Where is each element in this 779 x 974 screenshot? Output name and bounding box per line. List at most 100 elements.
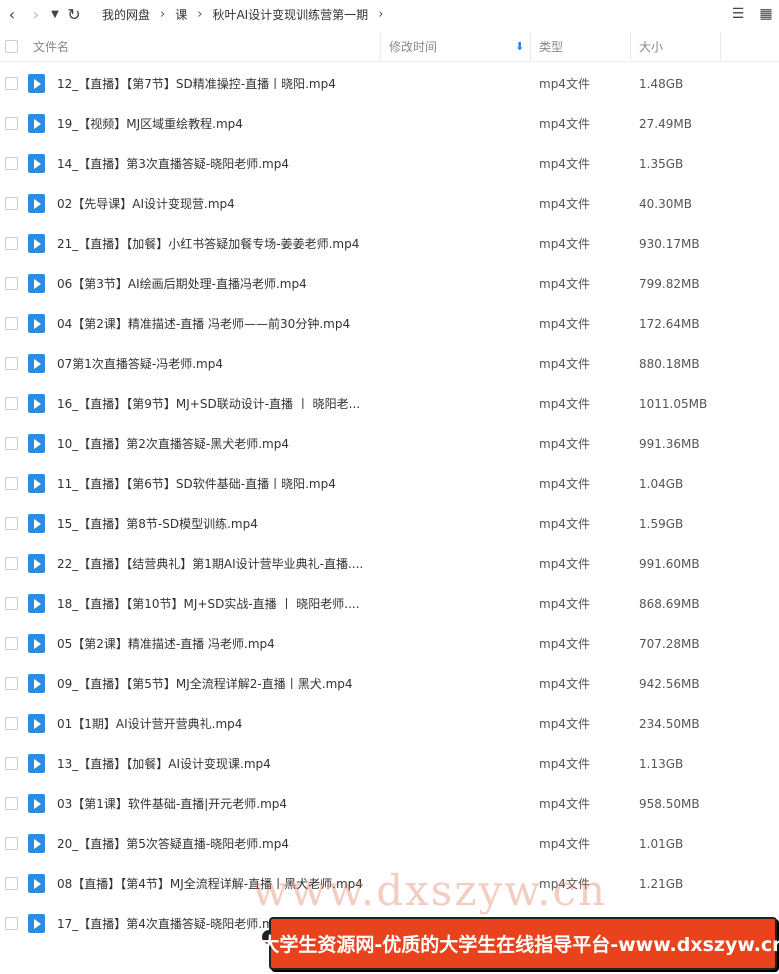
chevron-left-icon[interactable]: ‹ — [0, 0, 24, 28]
file-size: 930.17MB — [639, 237, 700, 251]
row-checkbox[interactable] — [5, 677, 18, 690]
file-size: 172.64MB — [639, 317, 700, 331]
row-checkbox[interactable] — [5, 557, 18, 570]
sort-descending-icon[interactable]: ⬇ — [515, 30, 524, 62]
file-row[interactable]: 12_【直播】【第7节】SD精准操控-直播丨晓阳.mp4 mp4文件 1.48GB — [0, 64, 779, 104]
file-name[interactable]: 20_【直播】第5次答疑直播-晓阳老师.mp4 — [57, 824, 377, 864]
file-size: 942.56MB — [639, 677, 700, 691]
refresh-icon[interactable]: ↻ — [62, 0, 86, 28]
file-row[interactable]: 21_【直播】【加餐】小红书答疑加餐专场-姜姜老师.mp4 mp4文件 930.17… — [0, 224, 779, 264]
file-row[interactable]: 11_【直播】【第6节】SD软件基础-直播丨晓阳.mp4 mp4文件 1.04GB — [0, 464, 779, 504]
file-name[interactable]: 18_【直播】【第10节】MJ+SD实战-直播 丨 晓阳老师.... — [57, 584, 377, 624]
file-name[interactable]: 22_【直播】【结营典礼】第1期AI设计营毕业典礼-直播.... — [57, 544, 377, 584]
caret-down-icon[interactable]: ▼ — [48, 0, 62, 28]
row-checkbox[interactable] — [5, 717, 18, 730]
file-row[interactable]: 07第1次直播答疑-冯老师.mp4 mp4文件 880.18MB — [0, 344, 779, 384]
file-row[interactable]: 16_【直播】【第9节】MJ+SD联动设计-直播 丨 晓阳老... mp4文件 10… — [0, 384, 779, 424]
column-divider[interactable] — [380, 32, 381, 60]
column-header-type[interactable]: 类型 — [539, 30, 563, 62]
row-checkbox[interactable] — [5, 157, 18, 170]
file-type: mp4文件 — [539, 277, 590, 291]
row-checkbox[interactable] — [5, 277, 18, 290]
file-row[interactable]: 22_【直播】【结营典礼】第1期AI设计营毕业典礼-直播.... mp4文件 991… — [0, 544, 779, 584]
row-checkbox[interactable] — [5, 477, 18, 490]
row-checkbox[interactable] — [5, 637, 18, 650]
row-checkbox[interactable] — [5, 517, 18, 530]
row-checkbox[interactable] — [5, 437, 18, 450]
column-header-modified[interactable]: 修改时间 — [389, 30, 437, 62]
file-name[interactable]: 14_【直播】第3次直播答疑-晓阳老师.mp4 — [57, 144, 377, 184]
file-name[interactable]: 13_【直播】【加餐】AI设计变现课.mp4 — [57, 744, 377, 784]
file-name[interactable]: 15_【直播】第8节-SD模型训练.mp4 — [57, 504, 377, 544]
column-divider[interactable] — [720, 32, 721, 60]
file-size: 1.21GB — [639, 877, 684, 891]
file-row[interactable]: 09_【直播】【第5节】MJ全流程详解2-直播丨黑犬.mp4 mp4文件 942.5… — [0, 664, 779, 704]
column-header-name[interactable]: 文件名 — [33, 30, 69, 62]
file-name[interactable]: 02【先导课】AI设计变现营.mp4 — [57, 184, 377, 224]
file-name[interactable]: 21_【直播】【加餐】小红书答疑加餐专场-姜姜老师.mp4 — [57, 224, 377, 264]
row-checkbox[interactable] — [5, 397, 18, 410]
file-row[interactable]: 03【第1课】软件基础-直播|开元老师.mp4 mp4文件 958.50MB — [0, 784, 779, 824]
file-name[interactable]: 12_【直播】【第7节】SD精准操控-直播丨晓阳.mp4 — [57, 64, 377, 104]
file-type: mp4文件 — [539, 437, 590, 451]
row-checkbox[interactable] — [5, 237, 18, 250]
file-type: mp4文件 — [539, 597, 590, 611]
file-row[interactable]: 05【第2课】精准描述-直播 冯老师.mp4 mp4文件 707.28MB — [0, 624, 779, 664]
file-name[interactable]: 05【第2课】精准描述-直播 冯老师.mp4 — [57, 624, 377, 664]
file-name[interactable]: 01【1期】AI设计营开营典礼.mp4 — [57, 704, 377, 744]
row-checkbox[interactable] — [5, 917, 18, 930]
file-row[interactable]: 19_【视频】MJ区域重绘教程.mp4 mp4文件 27.49MB — [0, 104, 779, 144]
file-name[interactable]: 10_【直播】第2次直播答疑-黑犬老师.mp4 — [57, 424, 377, 464]
file-row[interactable]: 13_【直播】【加餐】AI设计变现课.mp4 mp4文件 1.13GB — [0, 744, 779, 784]
file-row[interactable]: 10_【直播】第2次直播答疑-黑犬老师.mp4 mp4文件 991.36MB — [0, 424, 779, 464]
file-name[interactable]: 07第1次直播答疑-冯老师.mp4 — [57, 344, 377, 384]
row-checkbox[interactable] — [5, 837, 18, 850]
file-name[interactable]: 03【第1课】软件基础-直播|开元老师.mp4 — [57, 784, 377, 824]
row-checkbox[interactable] — [5, 317, 18, 330]
file-name[interactable]: 16_【直播】【第9节】MJ+SD联动设计-直播 丨 晓阳老... — [57, 384, 377, 424]
row-checkbox[interactable] — [5, 597, 18, 610]
file-row[interactable]: 06【第3节】AI绘画后期处理-直播冯老师.mp4 mp4文件 799.82MB — [0, 264, 779, 304]
file-list-header: 文件名 修改时间 ⬇ 类型 大小 — [0, 30, 779, 62]
video-file-icon — [28, 274, 45, 293]
file-type: mp4文件 — [539, 557, 590, 571]
row-checkbox[interactable] — [5, 117, 18, 130]
file-row[interactable]: 15_【直播】第8节-SD模型训练.mp4 mp4文件 1.59GB — [0, 504, 779, 544]
grid-view-icon[interactable]: ▦ — [757, 6, 775, 22]
file-row[interactable]: 04【第2课】精准描述-直播 冯老师——前30分钟.mp4 mp4文件 172.64… — [0, 304, 779, 344]
file-name[interactable]: 09_【直播】【第5节】MJ全流程详解2-直播丨黑犬.mp4 — [57, 664, 377, 704]
row-checkbox[interactable] — [5, 77, 18, 90]
video-file-icon — [28, 354, 45, 373]
column-divider[interactable] — [530, 32, 531, 60]
row-checkbox[interactable] — [5, 877, 18, 890]
file-name[interactable]: 06【第3节】AI绘画后期处理-直播冯老师.mp4 — [57, 264, 377, 304]
video-file-icon — [28, 794, 45, 813]
file-row[interactable]: 14_【直播】第3次直播答疑-晓阳老师.mp4 mp4文件 1.35GB — [0, 144, 779, 184]
file-name[interactable]: 11_【直播】【第6节】SD软件基础-直播丨晓阳.mp4 — [57, 464, 377, 504]
select-all-checkbox[interactable] — [5, 40, 18, 53]
breadcrumb-item-root[interactable]: 我的网盘 — [100, 6, 152, 23]
chevron-right-icon[interactable]: › — [24, 0, 48, 28]
breadcrumb-item-folder[interactable]: 课 — [173, 6, 189, 23]
breadcrumb: 我的网盘 › 课 › 秋叶AI设计变现训练营第一期 › — [100, 6, 391, 23]
file-type: mp4文件 — [539, 757, 590, 771]
breadcrumb-item-current[interactable]: 秋叶AI设计变现训练营第一期 — [210, 6, 370, 23]
file-row[interactable]: 18_【直播】【第10节】MJ+SD实战-直播 丨 晓阳老师.... mp4文件 8… — [0, 584, 779, 624]
column-header-size[interactable]: 大小 — [639, 30, 663, 62]
row-checkbox[interactable] — [5, 797, 18, 810]
file-name[interactable]: 04【第2课】精准描述-直播 冯老师——前30分钟.mp4 — [57, 304, 377, 344]
file-type: mp4文件 — [539, 797, 590, 811]
file-row[interactable]: 02【先导课】AI设计变现营.mp4 mp4文件 40.30MB — [0, 184, 779, 224]
row-checkbox[interactable] — [5, 197, 18, 210]
file-type: mp4文件 — [539, 77, 590, 91]
column-divider[interactable] — [630, 32, 631, 60]
row-checkbox[interactable] — [5, 357, 18, 370]
sort-icon[interactable]: ☰ — [729, 6, 747, 22]
row-checkbox[interactable] — [5, 757, 18, 770]
file-type: mp4文件 — [539, 637, 590, 651]
file-size: 1.04GB — [639, 477, 684, 491]
file-row[interactable]: 01【1期】AI设计营开营典礼.mp4 mp4文件 234.50MB — [0, 704, 779, 744]
file-name[interactable]: 19_【视频】MJ区域重绘教程.mp4 — [57, 104, 377, 144]
file-row[interactable]: 20_【直播】第5次答疑直播-晓阳老师.mp4 mp4文件 1.01GB — [0, 824, 779, 864]
chevron-right-icon[interactable]: › — [370, 7, 391, 22]
